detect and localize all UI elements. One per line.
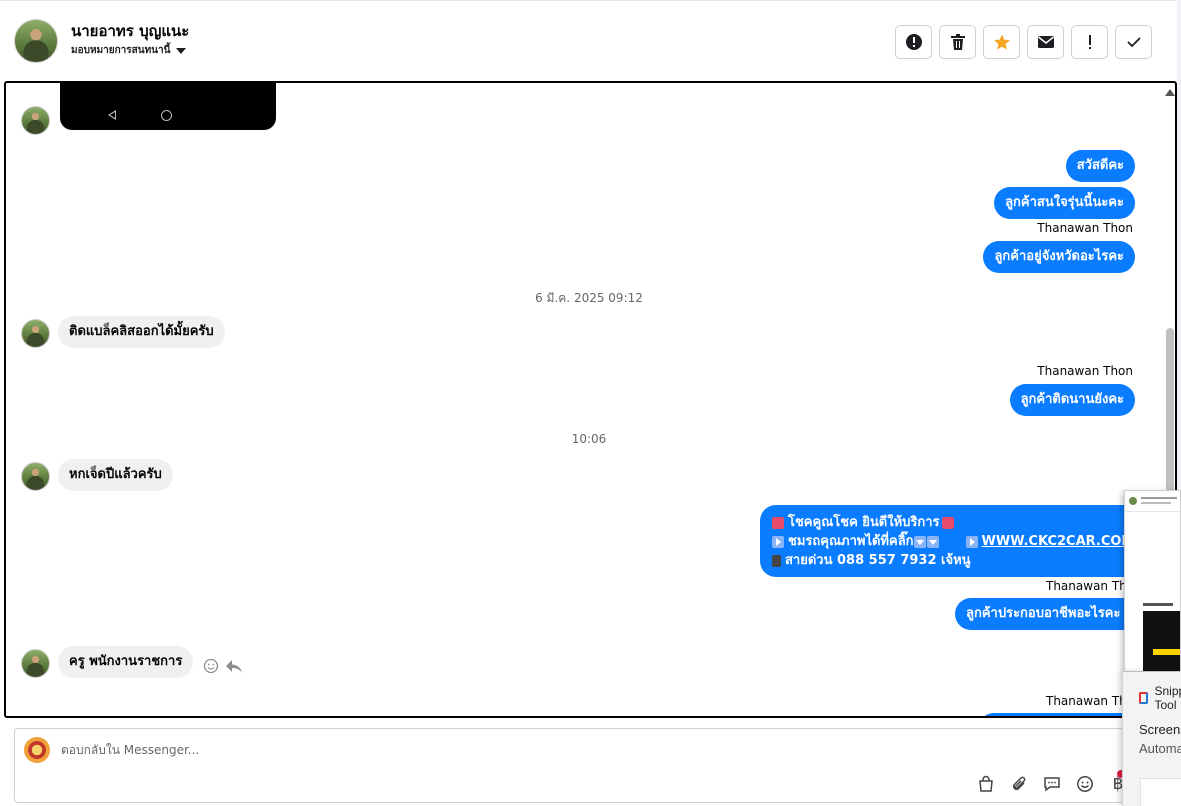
composer-toolbar: ฿ bbox=[975, 773, 1129, 795]
contact-avatar-small bbox=[21, 649, 50, 678]
thumbnail-image bbox=[1143, 611, 1180, 671]
star-icon bbox=[993, 34, 1010, 50]
spam-button[interactable] bbox=[895, 25, 932, 59]
incoming-message[interactable]: หกเจ็ดปีแล้วครับ bbox=[58, 459, 173, 491]
mobile-phone-emoji-icon bbox=[772, 554, 781, 567]
image-attachment[interactable] bbox=[60, 83, 276, 130]
contact-avatar-small bbox=[21, 319, 50, 348]
saved-reply-button[interactable] bbox=[1041, 773, 1063, 795]
incoming-message[interactable]: ติดแบล็คลิสออกได้มั้ยครับ bbox=[58, 316, 225, 348]
thumbnail-text bbox=[1143, 603, 1173, 606]
reply-input[interactable] bbox=[59, 742, 759, 758]
alert-circle-icon bbox=[905, 34, 922, 50]
envelope-icon bbox=[1037, 36, 1054, 48]
sparkle-emoji-icon bbox=[772, 516, 784, 529]
thumbnail-divider bbox=[1125, 511, 1180, 512]
outgoing-promo-message[interactable]: โชคคูณโชค ยินดีให้บริการ ชมรถคุณภาพได้ที… bbox=[760, 505, 1140, 577]
snipping-submessage: Automatically saved to screenshots folde… bbox=[1139, 741, 1181, 756]
mark-unread-button[interactable] bbox=[1027, 25, 1064, 59]
reply-composer: ฿ bbox=[14, 728, 1134, 803]
snipping-preview[interactable] bbox=[1140, 778, 1181, 806]
promo-line: ชมรถคุณภาพได้ที่คลิ๊ก bbox=[788, 534, 914, 549]
assign-label: มอบหมายการสนทนานี้ bbox=[71, 45, 171, 56]
react-emoji-icon[interactable] bbox=[203, 658, 219, 674]
thumbnail-text bbox=[1141, 497, 1177, 499]
outgoing-message[interactable]: ลูกค้าสนใจรุ่นนี้นะคะ bbox=[994, 187, 1135, 219]
thumbnail-text bbox=[1141, 502, 1171, 504]
sender-name: Thanawan Thon bbox=[1037, 364, 1133, 378]
outgoing-message[interactable]: ลูกค้าติดนานยังคะ bbox=[1009, 384, 1135, 416]
scroll-up-arrow-icon[interactable] bbox=[1165, 89, 1175, 96]
outgoing-message[interactable]: สวัสดีคะ bbox=[1065, 150, 1135, 182]
star-button[interactable] bbox=[983, 25, 1020, 59]
contact-avatar-small bbox=[21, 106, 50, 135]
back-triangle-icon bbox=[108, 110, 116, 120]
timestamp-divider: 6 มี.ค. 2025 09:12 bbox=[535, 291, 643, 305]
down-arrow-emoji-icon bbox=[926, 535, 939, 548]
message-thread[interactable]: สวัสดีคะ ลูกค้าสนใจรุ่นนี้นะคะ Thanawan … bbox=[4, 81, 1177, 718]
saved-reply-icon bbox=[1044, 777, 1060, 792]
sparkle-emoji-icon bbox=[941, 516, 954, 529]
snipping-tool-icon bbox=[1139, 692, 1149, 704]
snipping-notification[interactable]: Snipping Tool Screenshot copied to clipb… bbox=[1122, 672, 1181, 806]
conversation-actions bbox=[895, 25, 1152, 59]
follow-up-button[interactable] bbox=[1071, 25, 1108, 59]
message-hover-actions bbox=[203, 658, 243, 674]
website-link[interactable]: WWW.CKC2CAR.COM bbox=[982, 532, 1135, 551]
thumbnail-highlight bbox=[1153, 649, 1180, 655]
paperclip-icon bbox=[1012, 776, 1026, 791]
contact-avatar-small bbox=[21, 462, 50, 491]
emoji-icon bbox=[1077, 776, 1093, 792]
promo-line: สายด่วน 088 557 7932 เจ้หนู bbox=[785, 553, 971, 568]
attach-button[interactable] bbox=[1008, 773, 1030, 795]
emoji-button[interactable] bbox=[1074, 773, 1096, 795]
bag-icon bbox=[979, 775, 993, 792]
assign-conversation-dropdown[interactable]: มอบหมายการสนทนานี้ bbox=[71, 43, 187, 58]
down-arrow-emoji-icon bbox=[913, 535, 926, 548]
outgoing-message[interactable]: ลูกค้าอยู่จังหวัดอะไรคะ bbox=[983, 241, 1135, 273]
thumbnail-avatar bbox=[1129, 497, 1137, 505]
play-emoji-icon bbox=[772, 535, 784, 548]
shop-button[interactable] bbox=[975, 773, 997, 795]
check-icon bbox=[1126, 37, 1141, 48]
page-avatar bbox=[24, 737, 50, 763]
done-button[interactable] bbox=[1115, 25, 1152, 59]
exclamation-icon bbox=[1088, 35, 1091, 49]
play-emoji-icon bbox=[965, 535, 978, 548]
contact-name[interactable]: นายอาทร บุญแนะ bbox=[71, 19, 189, 43]
sender-name: Thanawan Thon bbox=[1037, 221, 1133, 235]
trash-icon bbox=[950, 34, 965, 50]
promo-line: โชคคูณโชค ยินดีให้บริการ bbox=[788, 515, 940, 530]
reply-icon[interactable] bbox=[225, 658, 243, 674]
snipping-message: Screenshot copied to clipboard bbox=[1139, 722, 1181, 737]
screenshot-thumbnail[interactable] bbox=[1124, 490, 1181, 672]
snipping-app-name: Snipping Tool bbox=[1154, 684, 1181, 712]
delete-button[interactable] bbox=[939, 25, 976, 59]
incoming-message[interactable]: ครู พนักงานราชการ bbox=[58, 646, 194, 678]
contact-avatar[interactable] bbox=[14, 19, 58, 63]
caret-down-icon bbox=[176, 47, 187, 54]
home-circle-icon bbox=[161, 110, 172, 121]
timestamp-divider: 10:06 bbox=[571, 432, 607, 446]
snipping-app-header: Snipping Tool bbox=[1139, 684, 1181, 712]
conversation-header: นายอาทร บุญแนะ มอบหมายการสนทนานี้ bbox=[0, 0, 1181, 82]
